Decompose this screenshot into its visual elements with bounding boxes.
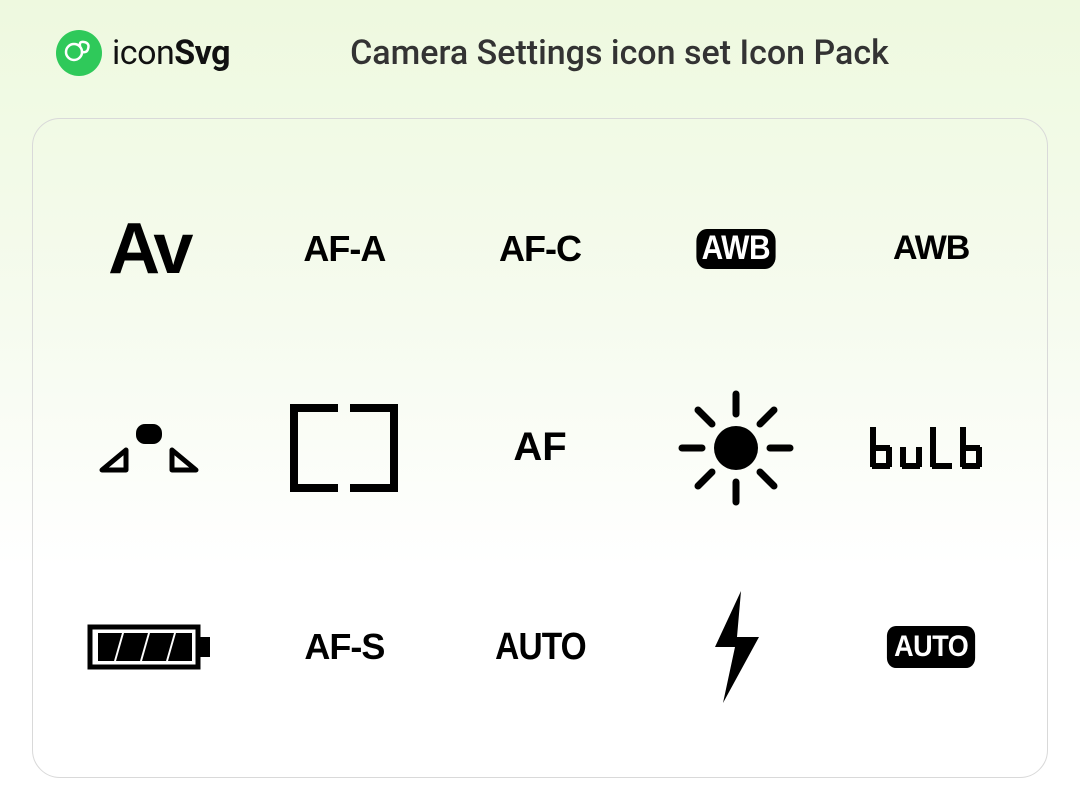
bulb-icon xyxy=(866,423,996,473)
af-icon: AF xyxy=(513,425,566,470)
af-area-icon xyxy=(94,418,204,478)
awb-plain-icon: AWB xyxy=(893,229,969,268)
brand-logo[interactable]: iconSvg xyxy=(56,30,230,76)
brand-logo-text: iconSvg xyxy=(112,33,230,73)
icon-bulb[interactable] xyxy=(833,348,1029,547)
af-s-icon: AF-S xyxy=(304,626,384,668)
icon-grid: Av AF-A AF-C AWB AWB xyxy=(51,149,1029,747)
icon-focus-bracket[interactable] xyxy=(247,348,443,547)
focus-bracket-icon xyxy=(284,398,404,498)
icon-awb-plain[interactable]: AWB xyxy=(833,149,1029,348)
icon-auto-badge[interactable]: AUTO xyxy=(833,548,1029,747)
af-c-icon: AF-C xyxy=(499,228,581,270)
brand-logo-icon xyxy=(56,30,102,76)
icon-af[interactable]: AF xyxy=(442,348,638,547)
page-title: Camera Settings icon set Icon Pack xyxy=(350,33,889,73)
auto-plain-icon: AUTO xyxy=(495,626,586,669)
icon-pack-card: Av AF-A AF-C AWB AWB xyxy=(32,118,1048,778)
auto-badge-icon: AUTO xyxy=(887,626,976,668)
af-a-icon: AF-A xyxy=(303,228,385,270)
icon-af-area[interactable] xyxy=(51,348,247,547)
icon-auto-plain[interactable]: AUTO xyxy=(442,548,638,747)
icon-af-a[interactable]: AF-A xyxy=(247,149,443,348)
awb-badge-icon: AWB xyxy=(696,229,775,269)
icon-av[interactable]: Av xyxy=(51,149,247,348)
header: iconSvg Camera Settings icon set Icon Pa… xyxy=(0,0,1080,100)
icon-awb-badge[interactable]: AWB xyxy=(638,149,834,348)
battery-icon xyxy=(84,617,214,677)
av-icon: Av xyxy=(108,208,189,290)
flash-icon xyxy=(701,587,771,707)
icon-af-c[interactable]: AF-C xyxy=(442,149,638,348)
icon-battery-full[interactable] xyxy=(51,548,247,747)
sun-icon xyxy=(676,388,796,508)
icon-daylight-wb[interactable] xyxy=(638,348,834,547)
icon-af-s[interactable]: AF-S xyxy=(247,548,443,747)
icon-flash[interactable] xyxy=(638,548,834,747)
